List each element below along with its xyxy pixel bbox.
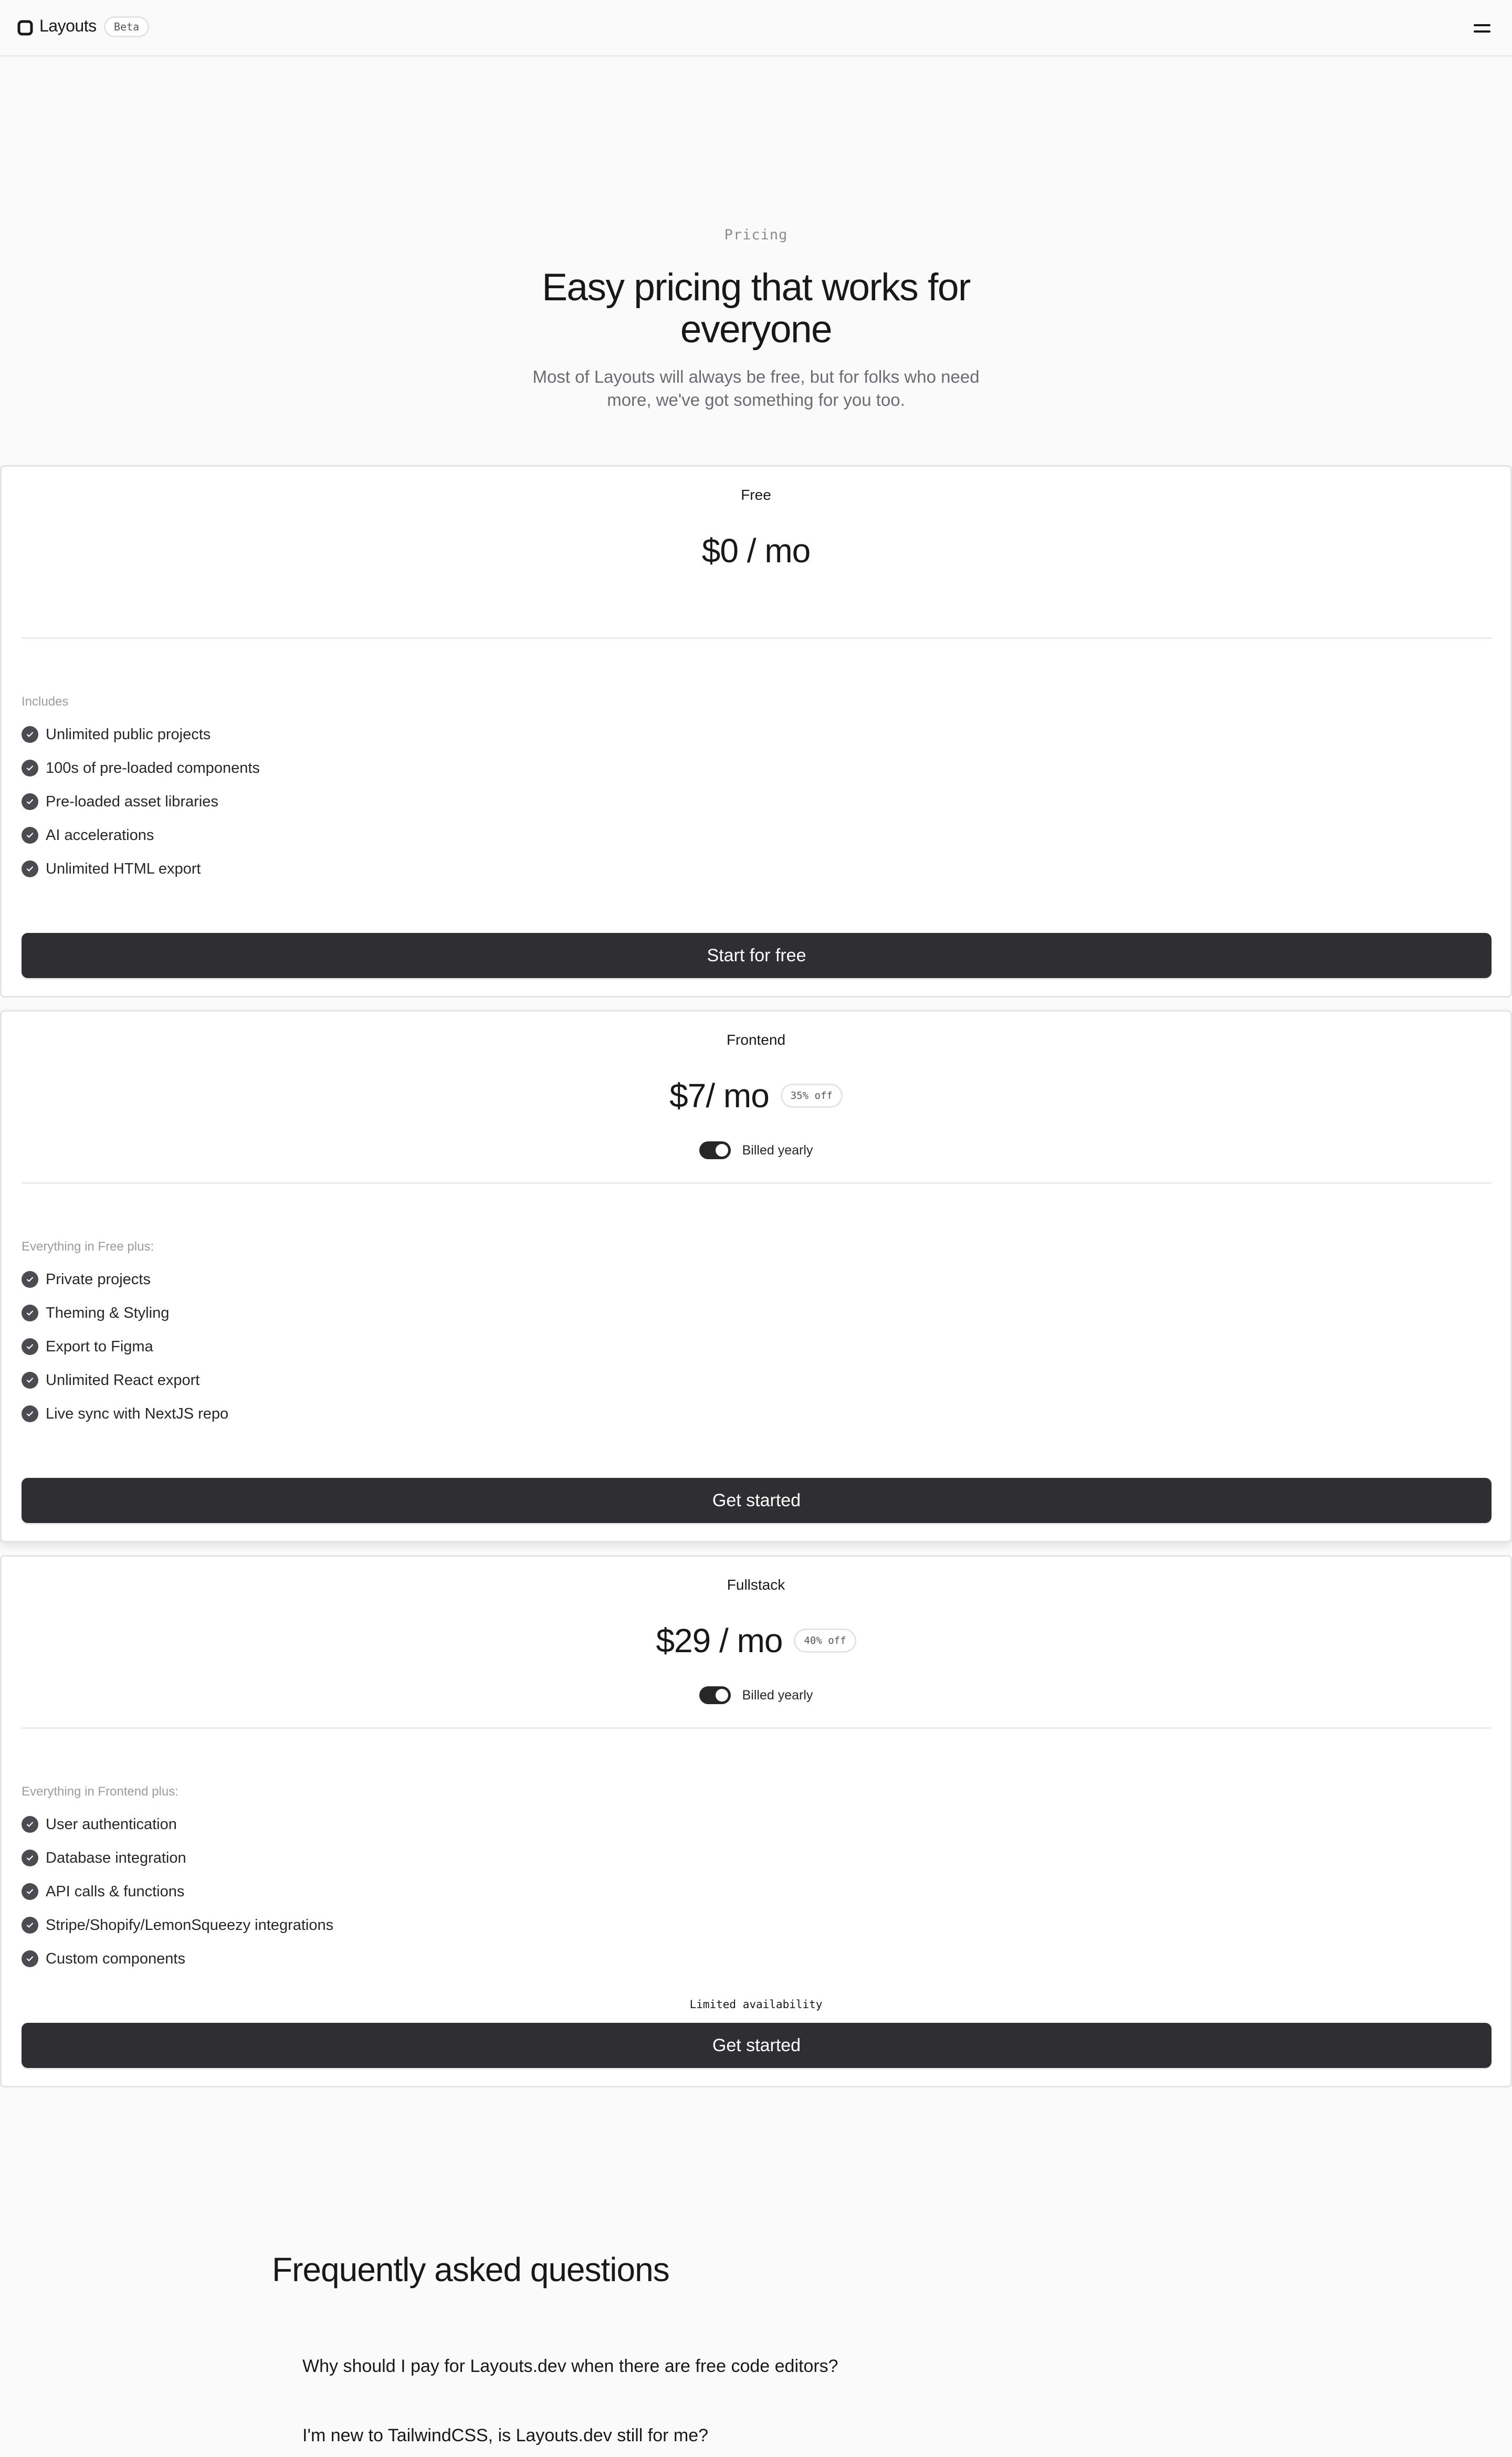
billing-toggle-row: Billed yearly: [2, 1140, 1510, 1161]
feature-item: User authentication: [22, 1808, 333, 1841]
feature-item: Unlimited HTML export: [22, 852, 260, 886]
hamburger-menu-icon[interactable]: [1470, 18, 1494, 39]
limited-availability-note: Limited availability: [689, 1998, 823, 2011]
get-started-button[interactable]: Get started: [22, 1478, 1492, 1523]
check-icon: [22, 1883, 38, 1900]
discount-badge: 40% off: [794, 1629, 856, 1653]
check-icon: [22, 827, 38, 844]
feature-list: Unlimited public projects 100s of pre-lo…: [22, 718, 260, 886]
check-icon: [22, 1271, 38, 1288]
feature-item: Unlimited React export: [22, 1363, 228, 1397]
plan-price: $7/ mo: [669, 1077, 770, 1115]
feature-label: API calls & functions: [46, 1883, 185, 1900]
feature-item: Custom components: [22, 1942, 333, 1976]
includes-label: Includes: [22, 695, 69, 709]
page-title: Easy pricing that works for everyone: [542, 266, 971, 351]
feature-label: AI accelerations: [46, 826, 154, 844]
discount-badge: 35% off: [780, 1084, 843, 1108]
billing-yearly-toggle[interactable]: [699, 1686, 731, 1704]
feature-item: Pre-loaded asset libraries: [22, 785, 260, 818]
feature-label: Live sync with NextJS repo: [46, 1405, 229, 1422]
feature-item: Database integration: [22, 1841, 333, 1875]
check-icon: [22, 1917, 38, 1934]
faq-question[interactable]: I'm new to TailwindCSS, is Layouts.dev s…: [302, 2426, 708, 2446]
feature-label: Stripe/Shopify/LemonSqueezy integrations: [46, 1916, 334, 1934]
feature-label: Pre-loaded asset libraries: [46, 793, 218, 810]
plan-name: Frontend: [726, 1032, 786, 1048]
pricing-eyebrow: Pricing: [724, 227, 788, 243]
plan-price: $0 / mo: [701, 532, 811, 570]
check-icon: [22, 1305, 38, 1321]
feature-label: Custom components: [46, 1950, 185, 1967]
includes-label: Everything in Free plus:: [22, 1240, 154, 1254]
check-icon: [22, 1338, 38, 1355]
feature-list: Private projects Theming & Styling Expor…: [22, 1263, 228, 1431]
plan-card-frontend: Frontend $7/ mo 35% off Billed yearly Ev…: [0, 1010, 1512, 1542]
feature-label: Database integration: [46, 1849, 186, 1866]
feature-label: Private projects: [46, 1270, 151, 1288]
rounded-square-logo-icon[interactable]: [17, 20, 33, 36]
feature-label: Unlimited HTML export: [46, 860, 201, 877]
beta-badge: Beta: [104, 16, 150, 37]
check-icon: [22, 760, 38, 776]
check-icon: [22, 1405, 38, 1422]
price-row: $0 / mo: [2, 530, 1510, 572]
feature-item: Stripe/Shopify/LemonSqueezy integrations: [22, 1908, 333, 1942]
billing-label: Billed yearly: [742, 1687, 813, 1703]
brand-name[interactable]: Layouts: [39, 16, 97, 36]
check-icon: [22, 1372, 38, 1389]
feature-item: Unlimited public projects: [22, 718, 260, 751]
plan-name: Free: [741, 487, 771, 503]
check-icon: [22, 793, 38, 810]
plan-price: $29 / mo: [656, 1622, 783, 1660]
billing-toggle-row: Billed yearly: [2, 1685, 1510, 1706]
check-icon: [22, 860, 38, 877]
feature-item: 100s of pre-loaded components: [22, 751, 260, 785]
check-icon: [22, 1816, 38, 1833]
feature-list: User authentication Database integration…: [22, 1808, 333, 1976]
check-icon: [22, 726, 38, 743]
billing-label: Billed yearly: [742, 1142, 813, 1158]
feature-item: Export to Figma: [22, 1330, 228, 1363]
feature-label: 100s of pre-loaded components: [46, 759, 260, 776]
divider: [22, 637, 1492, 639]
includes-label: Everything in Frontend plus:: [22, 1784, 178, 1799]
feature-label: Unlimited React export: [46, 1371, 200, 1389]
plan-name: Fullstack: [727, 1577, 785, 1593]
plan-card-free: Free $0 / mo Includes Unlimited public p…: [0, 465, 1512, 998]
feature-label: Export to Figma: [46, 1338, 153, 1355]
price-row: $29 / mo 40% off: [2, 1620, 1510, 1662]
feature-item: Live sync with NextJS repo: [22, 1397, 228, 1431]
start-for-free-button[interactable]: Start for free: [22, 933, 1492, 978]
top-nav: Layouts Beta: [0, 0, 1512, 57]
feature-item: Private projects: [22, 1263, 228, 1296]
check-icon: [22, 1950, 38, 1967]
feature-item: API calls & functions: [22, 1875, 333, 1908]
divider: [22, 1727, 1492, 1729]
feature-item: Theming & Styling: [22, 1296, 228, 1330]
faq-question[interactable]: Why should I pay for Layouts.dev when th…: [302, 2356, 838, 2377]
billing-yearly-toggle[interactable]: [699, 1141, 731, 1159]
feature-label: Unlimited public projects: [46, 726, 211, 743]
plan-card-fullstack: Fullstack $29 / mo 40% off Billed yearly…: [0, 1555, 1512, 2087]
feature-label: User authentication: [46, 1815, 177, 1833]
page-subtitle: Most of Layouts will always be free, but…: [532, 367, 980, 410]
faq-title: Frequently asked questions: [272, 2251, 670, 2288]
check-icon: [22, 1850, 38, 1866]
feature-label: Theming & Styling: [46, 1304, 170, 1321]
price-row: $7/ mo 35% off: [2, 1075, 1510, 1117]
feature-item: AI accelerations: [22, 818, 260, 852]
divider: [22, 1182, 1492, 1184]
get-started-button[interactable]: Get started: [22, 2023, 1492, 2068]
